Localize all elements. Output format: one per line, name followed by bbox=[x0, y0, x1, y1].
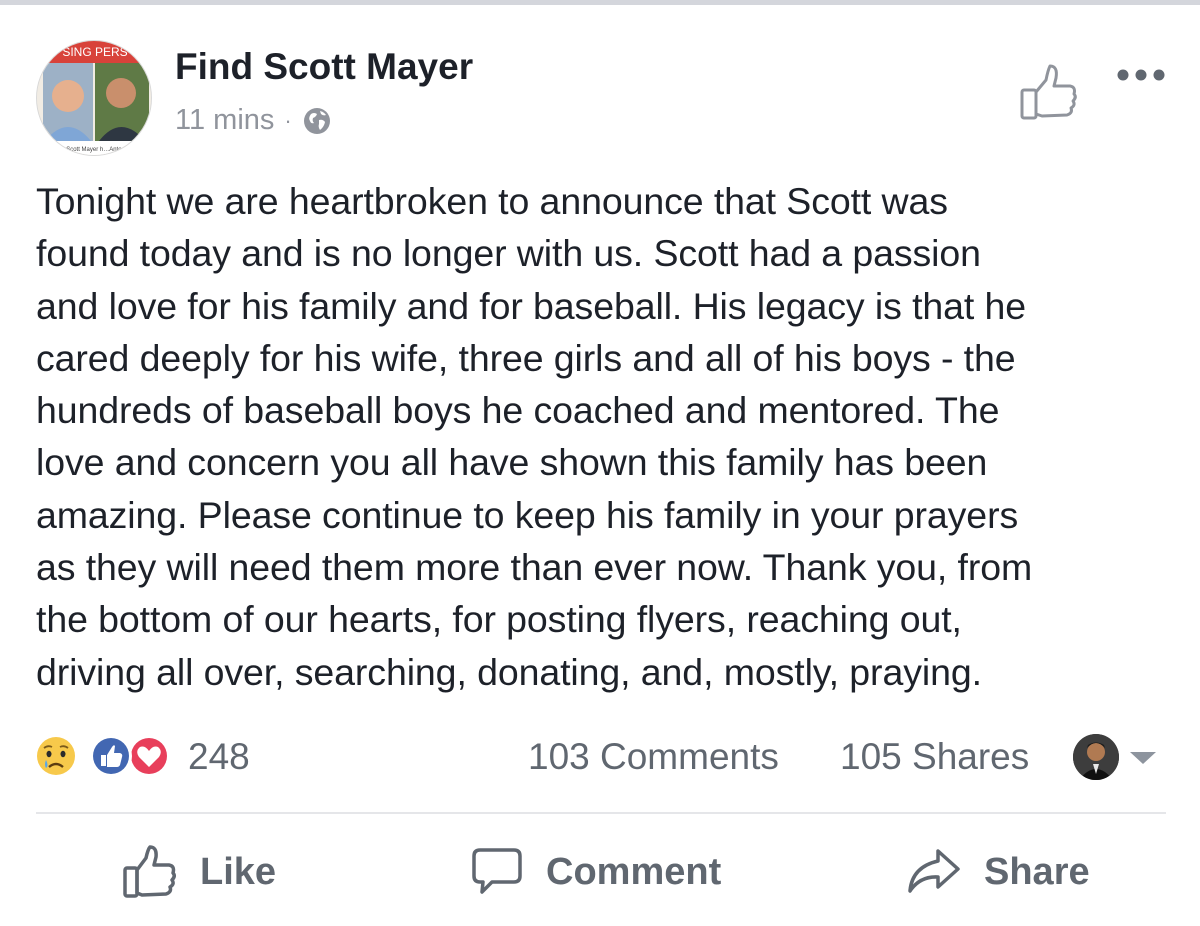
chevron-down-icon[interactable] bbox=[1128, 750, 1158, 766]
avatar-caption-text: bring Scott Mayer h…Antonio TX bbox=[51, 147, 139, 153]
comments-count[interactable]: 103 Comments bbox=[528, 736, 779, 778]
comment-button[interactable]: Comment bbox=[470, 832, 721, 912]
divider bbox=[36, 812, 1166, 814]
reaction-icons[interactable] bbox=[34, 734, 184, 778]
like-reaction-icon bbox=[90, 735, 132, 777]
thumbs-up-outline-icon[interactable] bbox=[1016, 60, 1082, 126]
comment-label: Comment bbox=[546, 850, 722, 893]
page-avatar[interactable]: SING PERS bring Scott Mayer h…Antonio TX bbox=[36, 40, 152, 156]
post-meta: 11 mins · bbox=[175, 104, 332, 137]
shares-count[interactable]: 105 Shares bbox=[840, 736, 1029, 778]
engagement-summary: 248 103 Comments 105 Shares bbox=[0, 722, 1200, 792]
post-text: Tonight we are heartbroken to announce t… bbox=[36, 180, 1033, 693]
sad-reaction-icon bbox=[35, 735, 77, 777]
comment-icon bbox=[472, 848, 522, 894]
like-label: Like bbox=[200, 850, 277, 893]
share-button[interactable]: Share bbox=[906, 832, 1090, 912]
meta-separator: · bbox=[284, 107, 292, 133]
love-reaction-icon bbox=[128, 735, 170, 777]
page-name[interactable]: Find Scott Mayer bbox=[175, 46, 473, 88]
post-time[interactable]: 11 mins bbox=[175, 104, 274, 137]
like-icon bbox=[123, 845, 177, 898]
sharer-avatar[interactable] bbox=[1073, 734, 1119, 780]
avatar-banner-text: SING PERS bbox=[62, 45, 127, 59]
like-button[interactable]: Like bbox=[122, 832, 276, 912]
share-icon bbox=[908, 849, 960, 893]
action-bar: Like Comment Share bbox=[0, 832, 1200, 912]
more-options-icon[interactable] bbox=[1115, 66, 1167, 84]
post-header: SING PERS bring Scott Mayer h…Antonio TX… bbox=[0, 0, 1200, 170]
share-label: Share bbox=[984, 850, 1090, 893]
globe-icon bbox=[302, 106, 332, 136]
reaction-count[interactable]: 248 bbox=[188, 736, 250, 778]
